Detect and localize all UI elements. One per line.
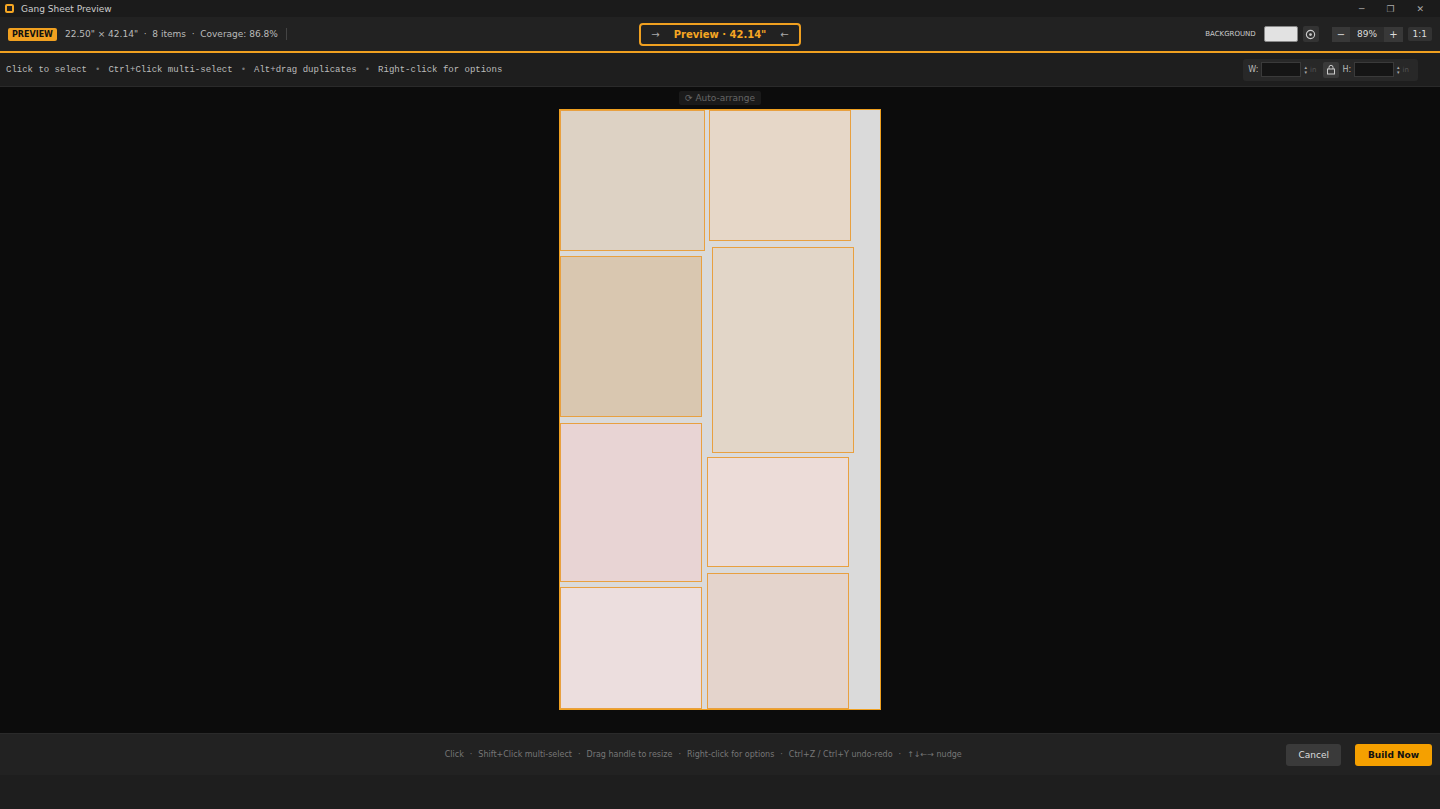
canvas: ⟳ Auto-arrange (0, 87, 1440, 733)
dimension-fields: W: ▴▾ in H: ▴▾ in (1243, 59, 1418, 81)
footer-hint: Click (445, 750, 464, 759)
window-control[interactable]: ─ (1359, 4, 1364, 14)
sheet-item[interactable] (707, 573, 849, 709)
prev-button[interactable]: → (651, 29, 659, 40)
sheet-item[interactable] (707, 457, 849, 567)
hint: Alt+drag duplicates (254, 65, 357, 75)
window-title: Gang Sheet Preview (21, 4, 1353, 14)
lock-icon (1326, 64, 1336, 75)
footer-button[interactable]: Build Now (1355, 744, 1432, 766)
window-control[interactable]: ✕ (1416, 4, 1424, 14)
preview-nav: → Preview · 42.14" ← (639, 23, 800, 46)
gang-sheet-window: Gang Sheet Preview ─ ❐ ✕ PREVIEW 22.50" × … (0, 0, 1440, 809)
app-icon (4, 3, 15, 14)
zoom-value: 89% (1350, 29, 1384, 39)
footer-button[interactable]: Cancel (1286, 744, 1341, 766)
zoom-in-button[interactable]: + (1384, 27, 1402, 42)
footer-hint: Right-click for options (687, 750, 774, 759)
footer-hint: Ctrl+Z / Ctrl+Y undo-redo (789, 750, 893, 759)
hint-bar: Click to select• Ctrl+Click multi-select… (0, 53, 1440, 87)
height-input[interactable] (1354, 62, 1394, 77)
width-input[interactable] (1261, 62, 1301, 77)
sheet-item[interactable] (709, 110, 851, 241)
sheet-item[interactable] (560, 587, 702, 709)
footer: Click· Shift+Click multi-select· Drag ha… (0, 733, 1440, 775)
toolbar: PREVIEW 22.50" × 42.14" · 8 items · Cove… (0, 17, 1440, 53)
hint: Click to select (6, 65, 87, 75)
hint: Right-click for options (378, 65, 502, 75)
footer-hint: Drag handle to resize (586, 750, 672, 759)
sheet-item[interactable] (560, 423, 702, 582)
width-spinner[interactable]: ▴▾ (1304, 65, 1307, 75)
footer-hint: ↑↓←→ nudge (907, 750, 962, 759)
sheet-item[interactable] (560, 110, 705, 251)
actual-size-button[interactable]: 1:1 (1408, 27, 1432, 41)
aspect-lock-button[interactable] (1323, 62, 1339, 78)
gang-sheet (559, 109, 881, 710)
height-spinner[interactable]: ▴▾ (1397, 65, 1400, 75)
window-control[interactable]: ❐ (1386, 4, 1394, 14)
hint: Ctrl+Click multi-select (108, 65, 232, 75)
sheet-info: 22.50" × 42.14" · 8 items · Coverage: 86… (65, 29, 278, 39)
background-label: BACKGROUND (1205, 30, 1256, 38)
sheet-item[interactable] (560, 256, 702, 417)
zoom-control: − 89% + (1332, 27, 1403, 42)
background-swatch[interactable] (1264, 26, 1298, 42)
preview-label: Preview · 42.14" (674, 29, 767, 40)
auto-arrange-button[interactable]: ⟳ Auto-arrange (679, 91, 761, 105)
title-bar: Gang Sheet Preview ─ ❐ ✕ (0, 0, 1440, 17)
next-button[interactable]: ← (780, 29, 788, 40)
footer-hint: Shift+Click multi-select (478, 750, 572, 759)
preview-badge: PREVIEW (8, 28, 57, 41)
reset-background-button[interactable] (1303, 26, 1319, 42)
zoom-out-button[interactable]: − (1332, 27, 1350, 42)
palette-icon (1305, 29, 1316, 40)
sheet-item[interactable] (712, 247, 854, 453)
